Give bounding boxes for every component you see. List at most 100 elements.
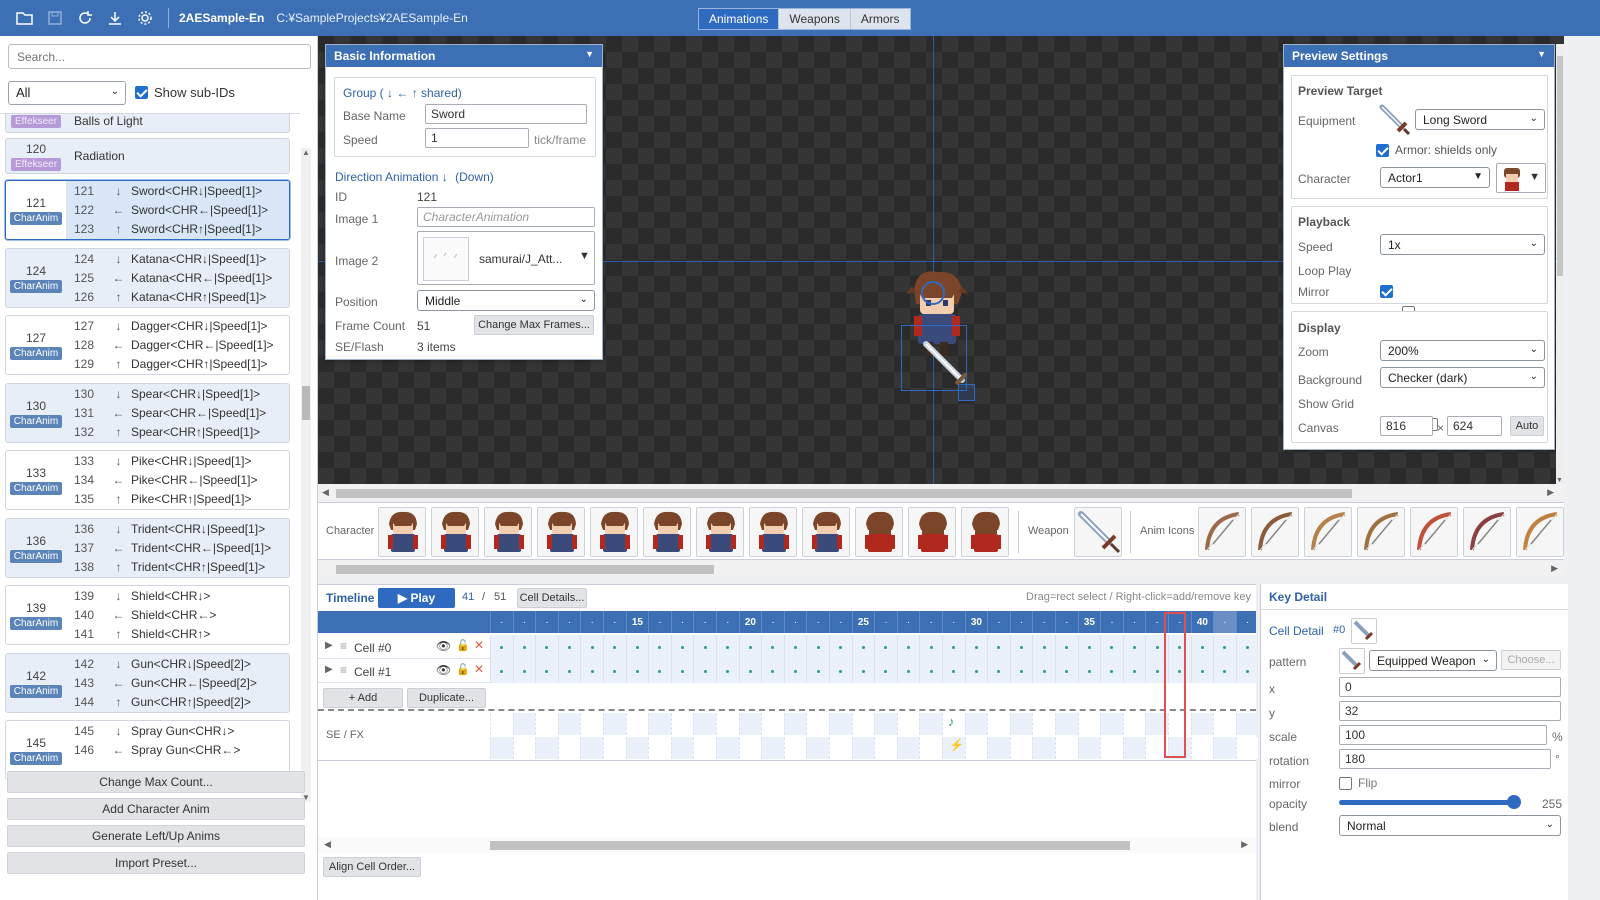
frame-tick[interactable]: 25 [851,611,875,633]
sefx-cell[interactable] [535,713,558,735]
stage-hscrollbar-thumb[interactable] [336,489,1352,498]
tab-weapons[interactable]: Weapons [779,9,851,29]
character-frame-thumbnail[interactable] [643,507,691,557]
scroll-up-icon[interactable]: ▲ [302,148,310,157]
sefx-cell[interactable] [1077,713,1101,735]
keyframe-cell[interactable] [851,635,875,659]
animation-row[interactable]: 144 ↑ Gun<CHR↑|Speed[2]> [66,692,289,711]
sefx-cell[interactable] [1122,713,1146,735]
animation-row[interactable]: 130 ↓ Spear<CHR↓|Speed[1]> [66,384,289,403]
keyframe-cell[interactable] [603,659,626,683]
frame-tick[interactable]: 20 [738,611,762,633]
character-frame-thumbnail[interactable] [908,507,956,557]
sefx-cell[interactable] [919,737,942,759]
sefx-cell[interactable] [490,737,513,759]
refresh-icon[interactable] [70,0,100,36]
keyframe-cell[interactable] [1077,659,1101,683]
sefx-cell[interactable] [783,737,807,759]
sefx-cell[interactable] [987,737,1010,759]
cell-track-row[interactable]: ▶ ≡ Cell #0 👁 🔓 ✕ [318,635,1259,659]
frame-tick[interactable]: · [716,611,739,633]
animation-row[interactable]: 137 ← Trident<CHR←|Speed[1]> [66,538,289,557]
keyframe-cell[interactable] [648,659,671,683]
folder-open-icon[interactable] [10,0,40,36]
sefx-cell[interactable] [964,713,988,735]
sefx-cell[interactable] [716,713,739,735]
frame-tick[interactable]: · [761,611,784,633]
keyframe-cell[interactable] [716,635,739,659]
add-character-anim-button[interactable]: Add Character Anim [7,798,305,820]
collapse-caret-icon[interactable]: ▼ [1537,49,1546,59]
keyframe-cell[interactable] [987,659,1010,683]
sefx-cell[interactable] [851,713,875,735]
collapse-caret-icon[interactable]: ▼ [585,49,594,59]
flip-toggle[interactable]: Flip [1339,776,1377,790]
image1-input[interactable]: CharacterAnimation [417,207,595,227]
preview-settings-header[interactable]: Preview Settings ▼ [1284,45,1554,67]
animation-row[interactable]: 122 ← Sword<CHR←|Speed[1]> [66,200,289,219]
sefx-cell[interactable] [874,713,897,735]
search-input[interactable] [8,44,311,69]
sefx-cell[interactable] [557,737,581,759]
keyframe-cell[interactable] [761,659,784,683]
animation-group[interactable]: 130 CharAnim 130 ↓ Spear<CHR↓|Speed[1]> 131 ← S… [5,383,290,443]
keyframe-cell[interactable] [783,659,807,683]
tab-animations[interactable]: Animations [699,9,780,29]
keyframe-cell[interactable] [490,635,513,659]
sefx-cell[interactable] [896,737,920,759]
sefx-cell[interactable] [1213,737,1236,759]
animation-row[interactable]: 135 ↑ Pike<CHR↑|Speed[1]> [66,489,289,508]
y-input[interactable]: 32 [1339,701,1561,721]
animation-group[interactable]: Effekseer Balls of Light [5,114,290,133]
keyframe-cell[interactable] [851,659,875,683]
keyframe-cell[interactable] [625,635,649,659]
sefx-cell[interactable] [1032,713,1055,735]
character-thumbnail-picker[interactable]: ▼ [1496,163,1546,193]
frame-tick[interactable]: · [942,611,965,633]
opacity-slider-handle[interactable] [1507,795,1521,809]
play-button[interactable]: ▶ Play [378,588,455,608]
current-frame-marker[interactable] [1164,612,1186,758]
bow-anim-icon[interactable] [1251,507,1299,557]
gear-icon[interactable] [130,0,160,36]
download-icon[interactable] [100,0,130,36]
frame-tick[interactable]: · [1032,611,1055,633]
character-frame-thumbnail[interactable] [802,507,850,557]
character-frame-thumbnail[interactable] [378,507,426,557]
strip-hscrollbar[interactable]: ▶ [318,561,1564,577]
sefx-cell[interactable] [603,737,626,759]
filter-select[interactable]: All ⌄ [8,81,126,105]
sefx-cell[interactable] [1213,713,1236,735]
sefx-cell[interactable] [964,737,988,759]
sefx-cell[interactable] [806,713,829,735]
character-frame-thumbnail[interactable] [749,507,797,557]
bow-anim-icon[interactable] [1516,507,1564,557]
keyframe-cell[interactable] [1235,635,1259,659]
sefx-cell[interactable] [1055,713,1078,735]
import-preset-button[interactable]: Import Preset... [7,852,305,874]
animation-group[interactable]: 133 CharAnim 133 ↓ Pike<CHR↓|Speed[1]> 134 ← Pi… [5,450,290,510]
timeline-hscrollbar[interactable]: ◀ ▶ [318,837,1256,853]
keyframe-cell[interactable] [738,659,762,683]
sefx-cell[interactable] [829,737,852,759]
timeline-hscrollbar-thumb[interactable] [490,841,1130,850]
character-frame-thumbnail[interactable] [590,507,638,557]
list-scrollbar-thumb[interactable] [302,386,310,420]
keyframe-cell[interactable] [557,659,581,683]
frame-tick[interactable]: 30 [964,611,988,633]
animation-row[interactable]: 126 ↑ Katana<CHR↑|Speed[1]> [66,287,289,306]
pattern-select[interactable]: Equipped Weapon ⌄ [1369,650,1497,671]
keyframe-cell[interactable] [693,635,716,659]
keyframe-cell[interactable] [942,659,965,683]
keyframe-cell[interactable] [580,635,603,659]
add-cell-button[interactable]: + Add [323,688,403,708]
frame-tick[interactable]: · [829,611,852,633]
animation-row[interactable]: 124 ↓ Katana<CHR↓|Speed[1]> [66,249,289,268]
blend-select[interactable]: Normal ⌄ [1339,815,1561,836]
sefx-cell[interactable] [1077,737,1101,759]
sefx-cell[interactable] [738,737,762,759]
keyframe-cell[interactable] [806,635,829,659]
frame-tick[interactable]: · [987,611,1010,633]
keyframe-cell[interactable] [806,659,829,683]
animation-row[interactable]: 136 ↓ Trident<CHR↓|Speed[1]> [66,519,289,538]
